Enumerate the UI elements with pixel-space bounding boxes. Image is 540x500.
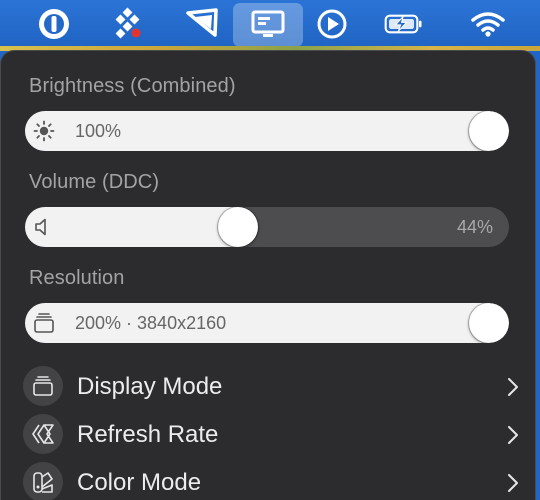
brightness-slider-knob[interactable] [469,111,509,151]
stacked-display-icon [33,312,55,334]
speaker-icon [33,216,55,238]
chevron-right-icon [507,377,519,402]
menu-item-label: Display Mode [77,373,223,400]
wifi-icon[interactable] [468,6,508,42]
volume-slider-knob[interactable] [217,207,258,247]
resolution-value: 200% · 3840x2160 [75,313,227,333]
resolution-label: Resolution [29,267,125,289]
brightness-value: 100% [75,121,122,141]
chevron-right-icon [507,425,519,450]
resolution-slider-knob[interactable] [469,303,509,343]
stacked-display-icon [23,366,63,406]
volume-slider-fill [25,207,238,247]
brightness-label: Brightness (Combined) [29,75,236,97]
chevron-right-icon [507,473,519,498]
play-circle-icon[interactable] [312,6,352,42]
refresh-rate-icon [23,414,63,454]
display-control-panel: Brightness (Combined) 100% Volume (DDC) … [0,50,536,500]
volume-value: 44% [456,217,493,237]
brightness-slider[interactable]: 100% [25,111,509,151]
menu-item-display-mode[interactable]: Display Mode [23,365,523,409]
menu-bar [0,0,540,50]
power-ring-icon[interactable] [34,6,74,42]
pennant-icon[interactable] [183,6,223,42]
palette-icon [23,462,63,500]
volume-label: Volume (DDC) [29,171,160,193]
resolution-slider[interactable]: 200% · 3840x2160 [25,303,509,343]
menu-item-label: Color Mode [77,469,202,496]
menu-item-label: Refresh Rate [77,421,219,448]
menu-item-color-mode[interactable]: Color Mode [23,461,523,500]
menu-item-refresh-rate[interactable]: Refresh Rate [23,413,523,457]
sun-icon [33,120,55,142]
battery-charging-icon[interactable] [384,6,424,42]
display-icon[interactable] [233,3,303,47]
volume-slider[interactable]: 44% [25,207,509,247]
dots-pattern-icon[interactable] [108,6,148,42]
